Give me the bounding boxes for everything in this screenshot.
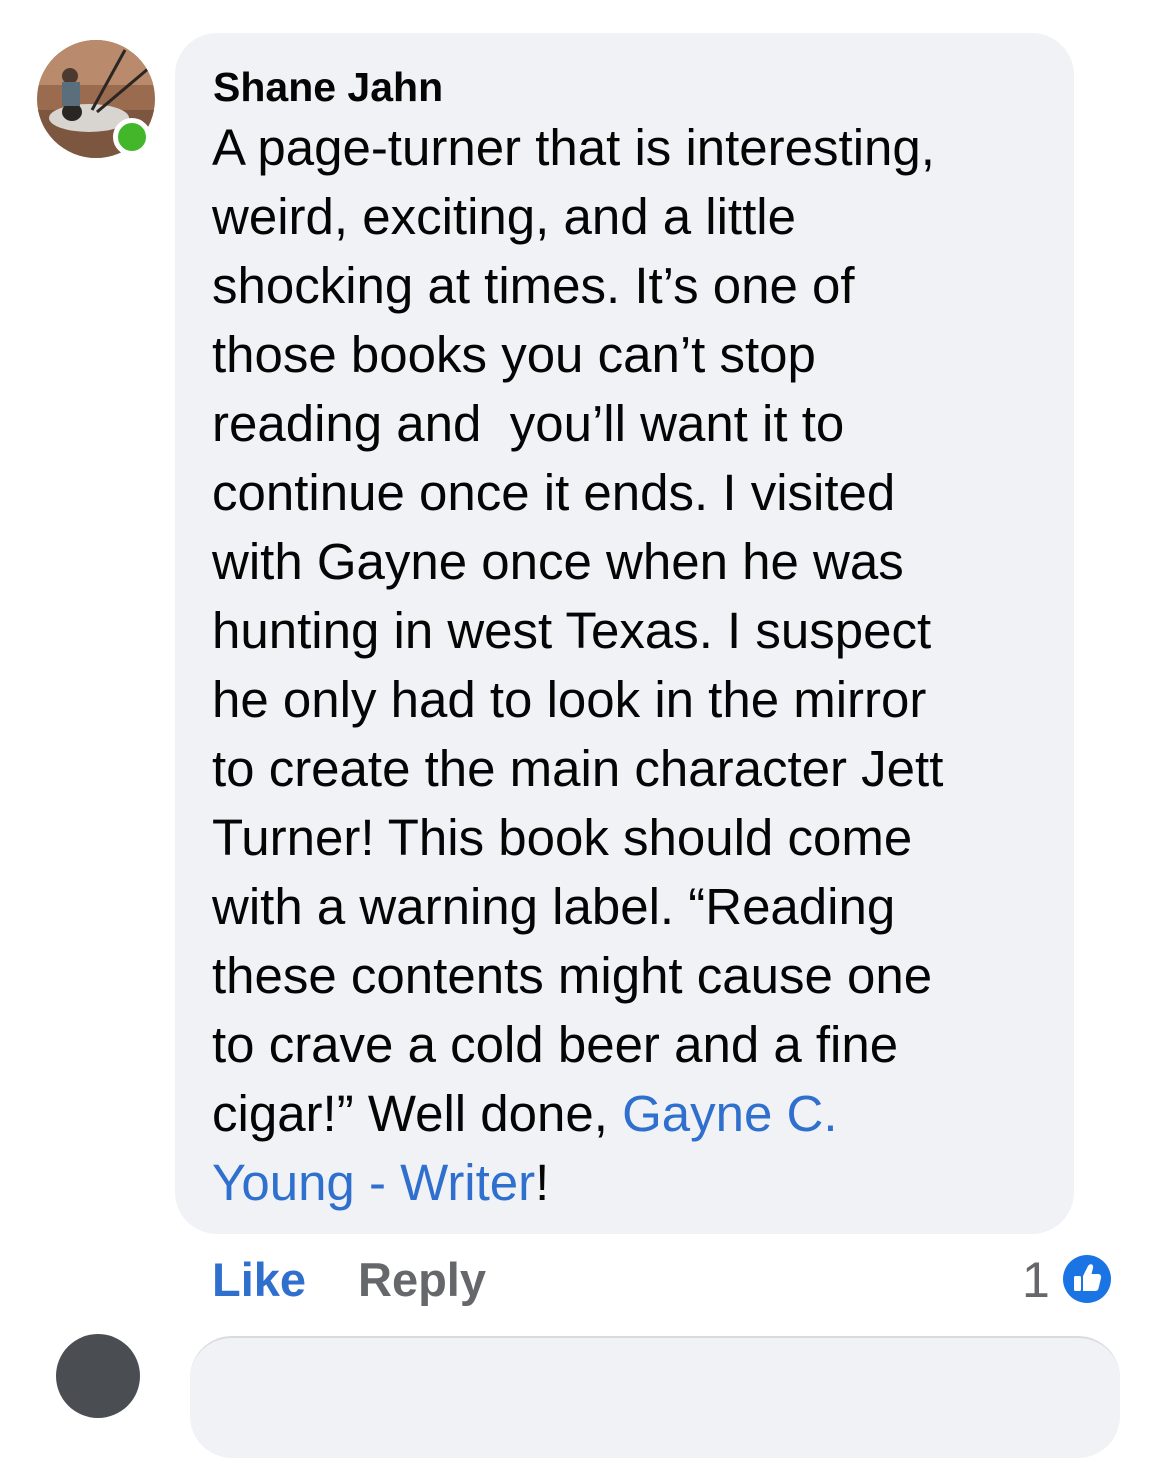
- comment-text-line: weird, exciting, and a little: [212, 188, 796, 245]
- comment-text-line: those books you can’t stop: [212, 326, 816, 383]
- comment-text-line: reading and you’ll want it to: [212, 395, 845, 452]
- comment-text-line: hunting in west Texas. I suspect: [212, 602, 932, 659]
- like-thumb-icon[interactable]: [1062, 1254, 1112, 1304]
- next-commenter-avatar[interactable]: [56, 1334, 140, 1418]
- comment-text-line: with a warning label. “Reading: [212, 878, 896, 935]
- comment-text-line: Young - Writer!: [212, 1153, 549, 1213]
- comment-text-line: with Gayne once when he was: [212, 533, 904, 590]
- comment-text-line: these contents might cause one: [212, 947, 933, 1004]
- mention-link[interactable]: Gayne C.: [622, 1085, 837, 1142]
- comment-text-line: cigar!” Well done, Gayne C.: [212, 1084, 838, 1144]
- next-comment-bubble: [190, 1336, 1120, 1458]
- reply-button[interactable]: Reply: [358, 1250, 486, 1310]
- like-button[interactable]: Like: [212, 1250, 306, 1310]
- comment-text-line: continue once it ends. I visited: [212, 464, 896, 521]
- reaction-count[interactable]: 1: [1022, 1250, 1050, 1310]
- comment-text-segment: cigar!” Well done,: [212, 1085, 623, 1142]
- comment-author[interactable]: Shane Jahn: [213, 62, 443, 112]
- comment-text-line: shocking at times. It’s one of: [212, 257, 855, 314]
- comment-text-segment: !: [535, 1154, 550, 1211]
- comment-text-line: to crave a cold beer and a fine: [212, 1016, 899, 1073]
- comment-text-line: A page-turner that is interesting,: [212, 119, 935, 176]
- mention-link[interactable]: Young - Writer: [212, 1154, 535, 1211]
- comment-text-line: Turner! This book should come: [212, 809, 913, 866]
- comment-text-line: he only had to look in the mirror: [212, 671, 927, 728]
- online-status-icon: [113, 118, 151, 156]
- comment-text-line: to create the main character Jett: [212, 740, 944, 797]
